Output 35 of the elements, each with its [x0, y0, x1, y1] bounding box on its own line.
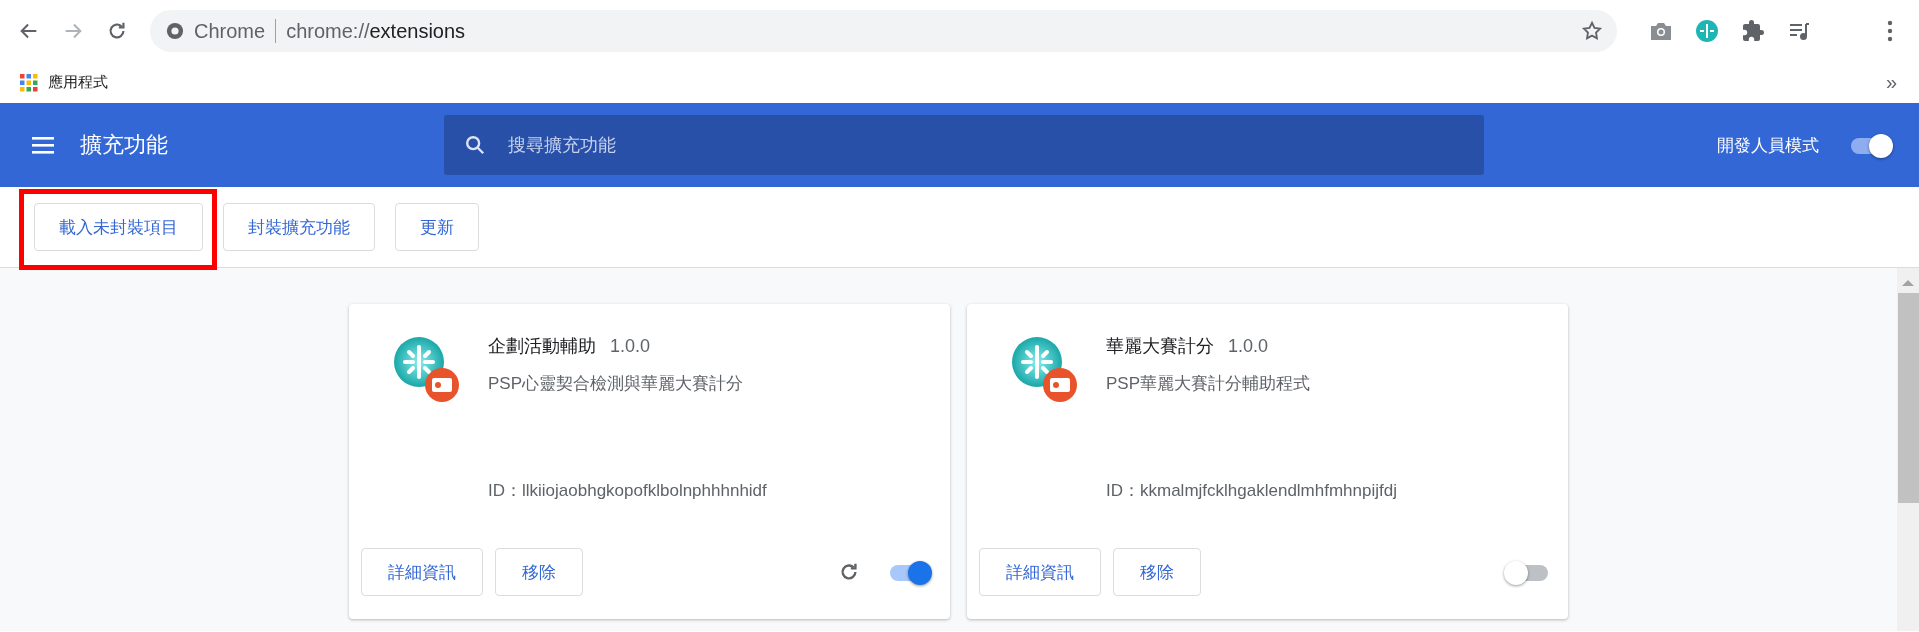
extension-name: 華麗大賽計分	[1106, 335, 1214, 358]
extension-id: ID：llkiiojaobhgkopofklbolnphhhnhidf	[488, 480, 767, 502]
page-title: 擴充功能	[80, 131, 169, 159]
toolbar-button[interactable]: 載入未封裝項目	[34, 203, 203, 251]
globe-icon	[166, 22, 184, 40]
extension-version: 1.0.0	[1228, 336, 1269, 357]
camera-icon[interactable]	[1649, 20, 1673, 42]
toolbar-button[interactable]: 更新	[395, 203, 479, 251]
url-text: chrome://extensions	[286, 19, 467, 43]
search-icon	[464, 134, 486, 156]
menu-icon[interactable]	[32, 136, 54, 154]
extension-version: 1.0.0	[610, 336, 651, 357]
toolbar-button[interactable]: 封裝擴充功能	[223, 203, 375, 251]
scrollbar[interactable]	[1897, 268, 1919, 631]
card-button[interactable]: 移除	[1113, 548, 1201, 596]
star-icon[interactable]	[1581, 20, 1603, 42]
search-bar[interactable]: 搜尋擴充功能	[444, 115, 1484, 175]
site-label: Chrome	[194, 19, 266, 43]
developer-mode-label: 開發人員模式	[1717, 134, 1819, 157]
extension-id: ID：kkmalmjfcklhgaklendlmhfmhnpijfdj	[1106, 480, 1397, 502]
puzzle-icon[interactable]	[1741, 19, 1765, 43]
address-bar[interactable]: Chrome chrome://extensions	[150, 10, 1617, 52]
card-button[interactable]: 詳細資訊	[979, 548, 1101, 596]
card-button[interactable]: 移除	[495, 548, 583, 596]
card-button[interactable]: 詳細資訊	[361, 548, 483, 596]
extension-description: PSP心靈契合檢測與華麗大賽計分	[488, 373, 745, 395]
extension-logo-icon	[391, 334, 461, 404]
menu-icon[interactable]	[1887, 20, 1893, 42]
extension-logo-icon	[1009, 334, 1079, 404]
extension-name: 企劃活動輔助	[488, 335, 596, 358]
extension-description: PSP華麗大賽計分輔助程式	[1106, 373, 1312, 395]
apps-grid-icon	[20, 73, 38, 92]
search-field[interactable]: 搜尋擴充功能	[506, 133, 1484, 157]
bookmark-item[interactable]: 應用程式	[20, 73, 108, 92]
bookmarks-overflow-button[interactable]: »	[1879, 71, 1903, 94]
